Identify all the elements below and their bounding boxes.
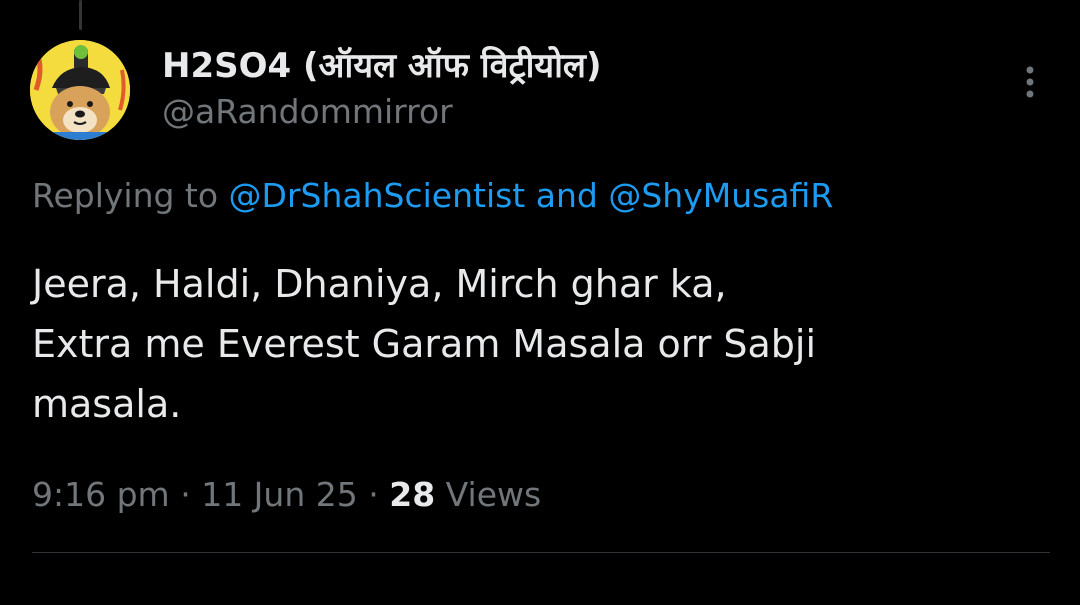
tweet-header: H2SO4 (ऑयल ऑफ विट्रीयोल) @aRandommirror	[162, 44, 1000, 134]
tweet-time[interactable]: 9:16 pm	[32, 475, 170, 514]
replying-to-label: Replying to	[32, 176, 219, 215]
mention-link-drshahscientist[interactable]: @DrShahScientist	[229, 176, 526, 215]
tweet-text-line: Jeera, Haldi, Dhaniya, Mirch ghar ka,	[32, 262, 727, 306]
avatar[interactable]	[30, 40, 130, 140]
more-options-button[interactable]	[1012, 62, 1048, 102]
divider	[32, 552, 1050, 553]
display-name[interactable]: H2SO4 (ऑयल ऑफ विट्रीयोल)	[162, 44, 1000, 88]
tweet-text-line: Extra me Everest Garam Masala orr Sabji	[32, 322, 817, 366]
mention-link-shymusafir[interactable]: @ShyMusafiR	[608, 176, 833, 215]
tweet-text-line: masala.	[32, 382, 182, 426]
views-label[interactable]: Views	[446, 475, 542, 514]
user-handle[interactable]: @aRandommirror	[162, 90, 1000, 134]
views-count[interactable]: 28	[389, 475, 435, 514]
tweet-date[interactable]: 11 Jun 25	[201, 475, 358, 514]
tweet-metadata: 9:16 pm · 11 Jun 25 · 28 Views	[32, 470, 541, 520]
thread-connector-line	[79, 0, 82, 30]
replying-to-line: Replying to @DrShahScientist and @ShyMus…	[32, 174, 833, 218]
mention-and-label[interactable]: and	[536, 176, 598, 215]
more-vertical-icon	[1026, 66, 1034, 98]
meta-separator: ·	[180, 475, 191, 514]
shiba-doge-avatar-icon	[30, 40, 130, 140]
meta-separator: ·	[368, 475, 379, 514]
tweet-body-text: Jeera, Haldi, Dhaniya, Mirch ghar ka, Ex…	[32, 254, 1042, 434]
